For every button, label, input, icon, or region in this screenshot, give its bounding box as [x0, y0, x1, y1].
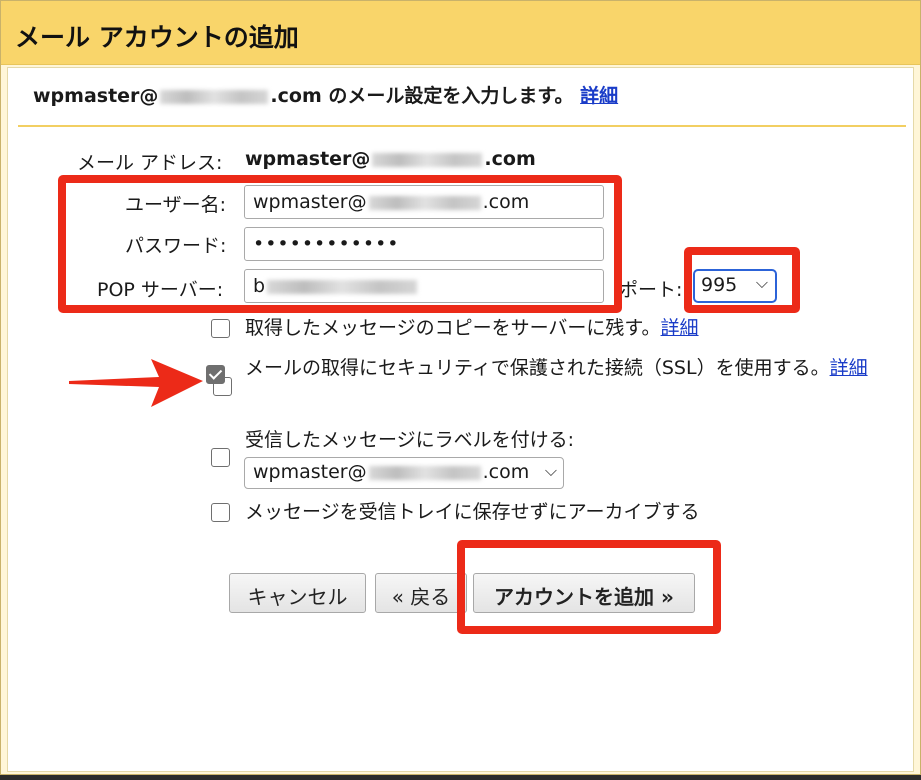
intro-prefix: wpmaster@ [33, 85, 159, 107]
ssl-checkbox[interactable] [206, 365, 225, 384]
ssl-option: メールの取得にセキュリティで保護された接続（SSL）を使用する。詳細 [245, 351, 885, 385]
leave-copy-label: 取得したメッセージのコピーをサーバーに残す。 [245, 317, 661, 339]
intro-suffix: .com のメール設定を入力します。 [270, 85, 574, 107]
label-select-prefix: wpmaster@ [253, 461, 367, 483]
email-suffix: .com [484, 148, 536, 170]
email-address-label: メール アドレス: [77, 152, 223, 174]
email-address-value: wpmaster@ .com [245, 148, 536, 170]
email-prefix: wpmaster@ [245, 148, 371, 170]
cancel-button[interactable]: キャンセル [229, 573, 366, 613]
apply-label-checkbox[interactable] [211, 448, 230, 467]
leave-copy-option: 取得したメッセージのコピーをサーバーに残す。詳細 [245, 313, 699, 343]
back-button[interactable]: « 戻る [375, 573, 467, 613]
apply-label-text: 受信したメッセージにラベルを付ける: [245, 429, 575, 451]
redacted-domain [372, 152, 483, 167]
intro-details-link[interactable]: 詳細 [580, 85, 618, 107]
port-label: ポート: [619, 279, 683, 301]
redacted-domain [368, 465, 481, 480]
highlight-add-button [457, 540, 721, 634]
label-select[interactable]: wpmaster@ .com ⌵ [244, 457, 564, 489]
ssl-label: メールの取得にセキュリティで保護された接続（SSL）を使用する。 [245, 357, 830, 379]
dialog-title: メール アカウントの追加 [15, 23, 299, 52]
leave-copy-details-link[interactable]: 詳細 [661, 317, 699, 339]
separator [18, 125, 906, 127]
label-select-suffix: .com [482, 461, 530, 483]
leave-copy-checkbox[interactable] [211, 319, 230, 338]
ssl-details-link[interactable]: 詳細 [830, 357, 868, 379]
redacted-domain [160, 89, 269, 104]
archive-label: メッセージを受信トレイに保存せずにアーカイブする [245, 501, 700, 523]
arrow-right-icon [69, 359, 203, 407]
dialog-titlebar: メール アカウントの追加 [1, 1, 920, 65]
highlight-port [684, 247, 800, 313]
highlight-credentials [58, 175, 622, 313]
add-mail-account-dialog: メール アカウントの追加 wpmaster@ .com のメール設定を入力します。… [0, 0, 921, 775]
archive-checkbox[interactable] [211, 503, 230, 522]
chevron-down-icon: ⌵ [544, 461, 557, 480]
intro-text: wpmaster@ .com のメール設定を入力します。 詳細 [33, 81, 618, 108]
